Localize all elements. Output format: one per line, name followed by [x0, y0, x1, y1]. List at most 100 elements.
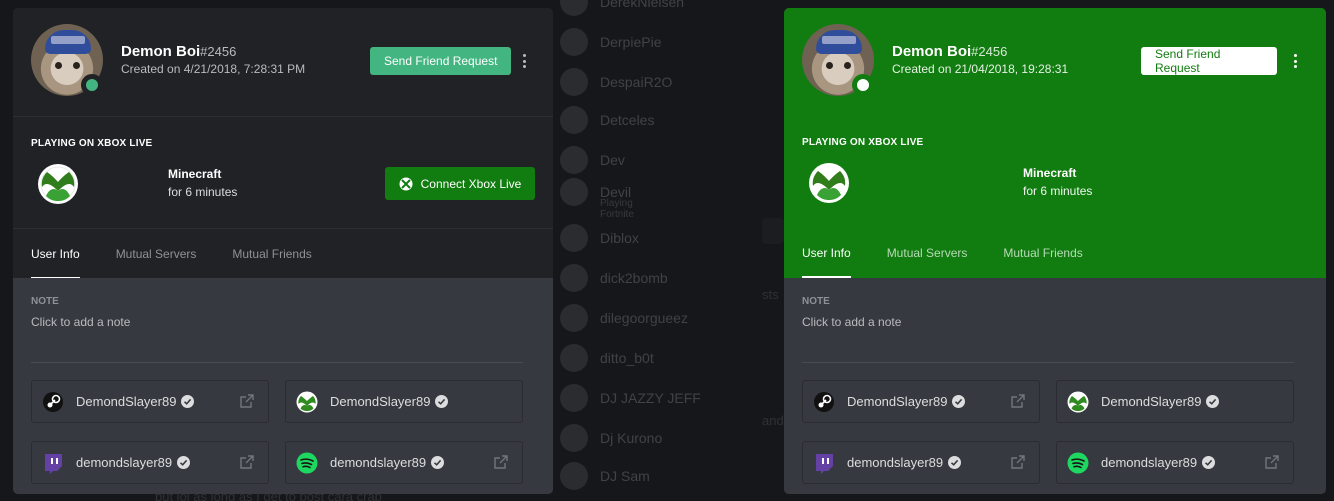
divider — [31, 362, 523, 363]
connection-name: DemondSlayer89 — [76, 394, 177, 409]
member-avatar — [560, 224, 588, 252]
profile-header: Demon Boi#2456 Created on 21/04/2018, 19… — [784, 8, 1326, 278]
connection-xbox[interactable]: DemondSlayer89 — [1056, 380, 1294, 423]
username-text: Demon Boi — [121, 43, 201, 60]
activity-label: PLAYING ON XBOX LIVE — [31, 138, 153, 149]
profile-body: NOTE Click to add a note DemondSlayer89 … — [784, 278, 1326, 494]
connection-name: demondslayer89 — [76, 455, 173, 470]
xbox-icon — [1067, 391, 1089, 412]
background-chat-text: and — [762, 413, 784, 428]
profile-tabs: User Info Mutual Servers Mutual Friends — [13, 228, 553, 279]
note-label: NOTE — [802, 296, 830, 307]
external-link-icon[interactable] — [1265, 455, 1279, 469]
user-profile-modal-xbox-themed: Demon Boi#2456 Created on 21/04/2018, 19… — [784, 8, 1326, 494]
member-name: Dev — [600, 152, 625, 168]
username: Demon Boi#2456 — [121, 43, 236, 60]
send-friend-request-button[interactable]: Send Friend Request — [370, 47, 512, 75]
spotify-icon — [296, 452, 318, 473]
tab-mutual-friends[interactable]: Mutual Friends — [232, 229, 311, 279]
external-link-icon[interactable] — [240, 455, 254, 469]
background-chat-text: sts — [762, 287, 779, 302]
game-duration: for 6 minutes — [168, 185, 238, 199]
profile-header: Demon Boi#2456 Created on 4/21/2018, 7:2… — [13, 8, 553, 279]
member-item: Detceles — [560, 100, 654, 140]
game-name: Minecraft — [168, 167, 222, 181]
member-name: Detceles — [600, 112, 655, 128]
xbox-icon — [399, 177, 413, 190]
connect-xbox-live-button[interactable]: Connect Xbox Live — [385, 167, 535, 200]
connection-steam[interactable]: DemondSlayer89 — [31, 380, 269, 423]
discriminator: #2456 — [971, 44, 1008, 59]
user-profile-modal-default: Demon Boi#2456 Created on 4/21/2018, 7:2… — [13, 8, 553, 494]
xbox-icon — [38, 164, 78, 204]
member-item: ditto_b0t — [560, 338, 654, 378]
note-input[interactable]: Click to add a note — [802, 315, 901, 329]
verified-icon — [948, 456, 962, 469]
member-avatar — [560, 264, 588, 292]
username: Demon Boi#2456 — [892, 43, 1007, 60]
member-avatar — [560, 384, 588, 412]
tab-user-info[interactable]: User Info — [31, 229, 80, 279]
more-options-icon[interactable] — [519, 52, 529, 70]
member-activity: Playing Fortnite — [600, 198, 634, 220]
xbox-icon — [809, 163, 849, 203]
avatar — [31, 24, 105, 98]
member-avatar — [560, 178, 588, 206]
external-link-icon[interactable] — [1011, 394, 1025, 408]
tab-mutual-servers[interactable]: Mutual Servers — [887, 228, 968, 278]
connection-name: DemondSlayer89 — [1101, 394, 1202, 409]
connection-xbox[interactable]: DemondSlayer89 — [285, 380, 523, 423]
member-name: DespaiR2O — [600, 74, 673, 90]
avatar — [802, 24, 876, 98]
member-name: Diblox — [600, 230, 639, 246]
member-item: DerpiePie — [560, 22, 661, 62]
member-item: Diblox — [560, 218, 639, 258]
member-name: Dj Kurono — [600, 430, 663, 446]
background-panel — [762, 218, 784, 244]
member-item: DespaiR2O — [560, 62, 672, 102]
more-options-icon[interactable] — [1290, 52, 1300, 70]
member-avatar — [560, 146, 588, 174]
member-name: dick2bomb — [600, 270, 668, 286]
twitch-icon — [45, 453, 62, 474]
member-avatar — [560, 304, 588, 332]
username-text: Demon Boi — [892, 43, 972, 60]
twitch-icon — [816, 453, 833, 474]
connection-twitch[interactable]: demondslayer89 — [802, 441, 1040, 484]
send-friend-request-button[interactable]: Send Friend Request — [1141, 47, 1277, 75]
member-avatar — [560, 424, 588, 452]
member-avatar — [560, 0, 588, 16]
connection-steam[interactable]: DemondSlayer89 — [802, 380, 1040, 423]
member-avatar — [560, 68, 588, 96]
tab-mutual-friends[interactable]: Mutual Friends — [1003, 228, 1082, 278]
external-link-icon[interactable] — [240, 394, 254, 408]
spotify-icon — [1067, 452, 1089, 473]
verified-icon — [181, 395, 195, 408]
steam-icon — [814, 391, 834, 412]
member-avatar — [560, 28, 588, 56]
tab-user-info[interactable]: User Info — [802, 228, 851, 278]
divider — [802, 362, 1294, 363]
connection-name: DemondSlayer89 — [847, 394, 948, 409]
external-link-icon[interactable] — [494, 455, 508, 469]
activity-label: PLAYING ON XBOX LIVE — [802, 137, 924, 148]
member-avatar — [560, 106, 588, 134]
xbox-icon — [296, 391, 318, 412]
connection-spotify[interactable]: demondslayer89 — [285, 441, 523, 484]
profile-top: Demon Boi#2456 Created on 4/21/2018, 7:2… — [13, 8, 553, 116]
discriminator: #2456 — [200, 44, 237, 59]
external-link-icon[interactable] — [1011, 455, 1025, 469]
profile-body: NOTE Click to add a note DemondSlayer89 … — [13, 278, 553, 494]
member-avatar — [560, 462, 588, 490]
connection-twitch[interactable]: demondslayer89 — [31, 441, 269, 484]
note-input[interactable]: Click to add a note — [31, 315, 130, 329]
member-name: DJ Sam — [600, 468, 650, 484]
connection-spotify[interactable]: demondslayer89 — [1056, 441, 1294, 484]
verified-icon — [1202, 456, 1216, 469]
verified-icon — [1206, 395, 1220, 408]
profile-top: Demon Boi#2456 Created on 21/04/2018, 19… — [784, 8, 1326, 116]
member-item: Dj Kurono — [560, 418, 662, 458]
tab-mutual-servers[interactable]: Mutual Servers — [116, 229, 197, 279]
member-name: DerekNielsen — [600, 0, 685, 10]
member-avatar — [560, 344, 588, 372]
